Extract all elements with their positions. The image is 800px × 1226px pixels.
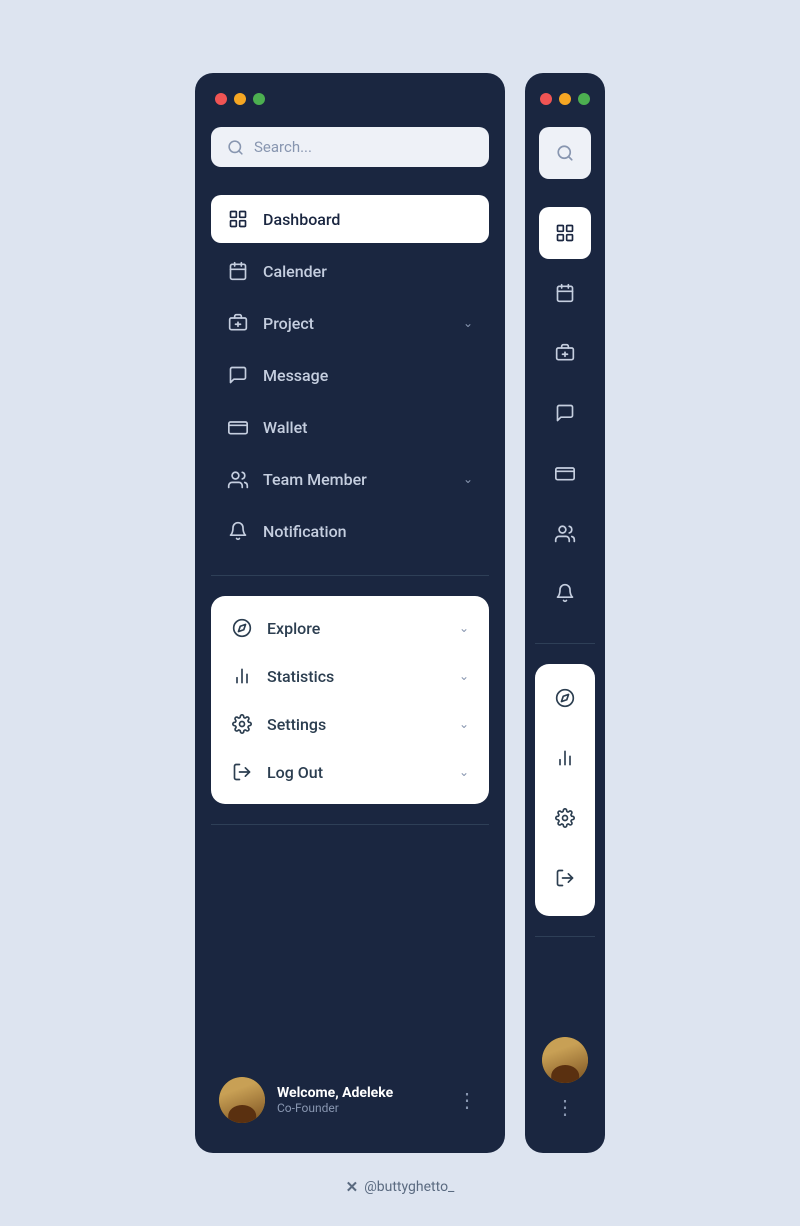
traffic-lights-collapsed <box>540 93 590 105</box>
secondary-nav: Explore ⌄ Statistics ⌄ <box>211 596 489 804</box>
divider-main <box>211 575 489 576</box>
nav-item-message-c[interactable] <box>539 387 591 439</box>
nav-label-team-member: Team Member <box>263 470 449 489</box>
nav-label-logout: Log Out <box>267 763 445 782</box>
nav-item-team-c[interactable] <box>539 507 591 559</box>
chevron-explore: ⌄ <box>459 621 469 635</box>
nav-item-explore-c[interactable] <box>539 672 591 724</box>
logout-icon <box>231 761 253 783</box>
dot-red[interactable] <box>215 93 227 105</box>
nav-item-settings[interactable]: Settings ⌄ <box>215 700 485 748</box>
sidebar-expanded: Search... Dashboard Calen <box>195 73 505 1153</box>
user-profile-collapsed: ⋮ <box>542 1027 588 1133</box>
nav-item-wallet-c[interactable] <box>539 447 591 499</box>
nav-item-calendar-c[interactable] <box>539 267 591 319</box>
nav-label-wallet: Wallet <box>263 418 473 437</box>
attribution: ✕ @buttyghetto_ <box>346 1178 455 1196</box>
nav-item-notification[interactable]: Notification <box>211 507 489 555</box>
dot-green[interactable] <box>253 93 265 105</box>
nav-label-settings: Settings <box>267 715 445 734</box>
dot-green-c[interactable] <box>578 93 590 105</box>
settings-icon <box>231 713 253 735</box>
dot-red-c[interactable] <box>540 93 552 105</box>
user-profile: Welcome, Adeleke Co-Founder ⋮ <box>211 1067 489 1133</box>
divider-secondary-c <box>535 936 595 937</box>
nav-item-calendar[interactable]: Calender <box>211 247 489 295</box>
dot-yellow[interactable] <box>234 93 246 105</box>
more-options-button[interactable]: ⋮ <box>453 1084 481 1116</box>
nav-label-dashboard: Dashboard <box>263 210 473 229</box>
secondary-nav-collapsed <box>535 664 595 916</box>
nav-item-logout-c[interactable] <box>539 852 591 904</box>
chevron-statistics: ⌄ <box>459 669 469 683</box>
dashboard-icon <box>227 208 249 230</box>
calendar-icon <box>227 260 249 282</box>
team-member-icon <box>227 468 249 490</box>
search-placeholder: Search... <box>254 138 312 156</box>
user-name: Welcome, Adeleke <box>277 1085 441 1101</box>
main-nav-collapsed <box>535 207 595 623</box>
nav-label-project: Project <box>263 314 449 333</box>
chevron-settings: ⌄ <box>459 717 469 731</box>
nav-label-message: Message <box>263 366 473 385</box>
nav-item-wallet[interactable]: Wallet <box>211 403 489 451</box>
nav-item-team-member[interactable]: Team Member ⌄ <box>211 455 489 503</box>
nav-item-message[interactable]: Message <box>211 351 489 399</box>
nav-label-statistics: Statistics <box>267 667 445 686</box>
nav-item-logout[interactable]: Log Out ⌄ <box>215 748 485 796</box>
nav-label-explore: Explore <box>267 619 445 638</box>
avatar-collapsed <box>542 1037 588 1083</box>
user-info: Welcome, Adeleke Co-Founder <box>277 1085 441 1115</box>
nav-item-settings-c[interactable] <box>539 792 591 844</box>
x-icon: ✕ <box>346 1178 359 1196</box>
nav-label-calendar: Calender <box>263 262 473 281</box>
statistics-icon <box>231 665 253 687</box>
nav-item-project[interactable]: Project ⌄ <box>211 299 489 347</box>
dot-yellow-c[interactable] <box>559 93 571 105</box>
nav-item-statistics[interactable]: Statistics ⌄ <box>215 652 485 700</box>
nav-item-explore[interactable]: Explore ⌄ <box>215 604 485 652</box>
attribution-handle: @buttyghetto_ <box>364 1179 454 1195</box>
chevron-logout: ⌄ <box>459 765 469 779</box>
project-icon <box>227 312 249 334</box>
traffic-lights <box>211 93 489 105</box>
message-icon <box>227 364 249 386</box>
divider-secondary <box>211 824 489 825</box>
explore-icon <box>231 617 253 639</box>
nav-item-dashboard-c[interactable] <box>539 207 591 259</box>
nav-item-dashboard[interactable]: Dashboard <box>211 195 489 243</box>
chevron-team: ⌄ <box>463 472 473 486</box>
avatar <box>219 1077 265 1123</box>
main-nav: Dashboard Calender Project <box>211 195 489 555</box>
nav-label-notification: Notification <box>263 522 473 541</box>
chevron-project: ⌄ <box>463 316 473 330</box>
nav-item-project-c[interactable] <box>539 327 591 379</box>
notification-icon <box>227 520 249 542</box>
search-icon-button[interactable] <box>539 127 591 179</box>
search-icon <box>227 139 244 156</box>
divider-main-c <box>535 643 595 644</box>
nav-item-statistics-c[interactable] <box>539 732 591 784</box>
user-role: Co-Founder <box>277 1101 441 1115</box>
search-bar[interactable]: Search... <box>211 127 489 167</box>
more-options-button-c[interactable]: ⋮ <box>551 1091 579 1123</box>
sidebar-collapsed: ⋮ <box>525 73 605 1153</box>
wallet-icon <box>227 416 249 438</box>
nav-item-notification-c[interactable] <box>539 567 591 619</box>
